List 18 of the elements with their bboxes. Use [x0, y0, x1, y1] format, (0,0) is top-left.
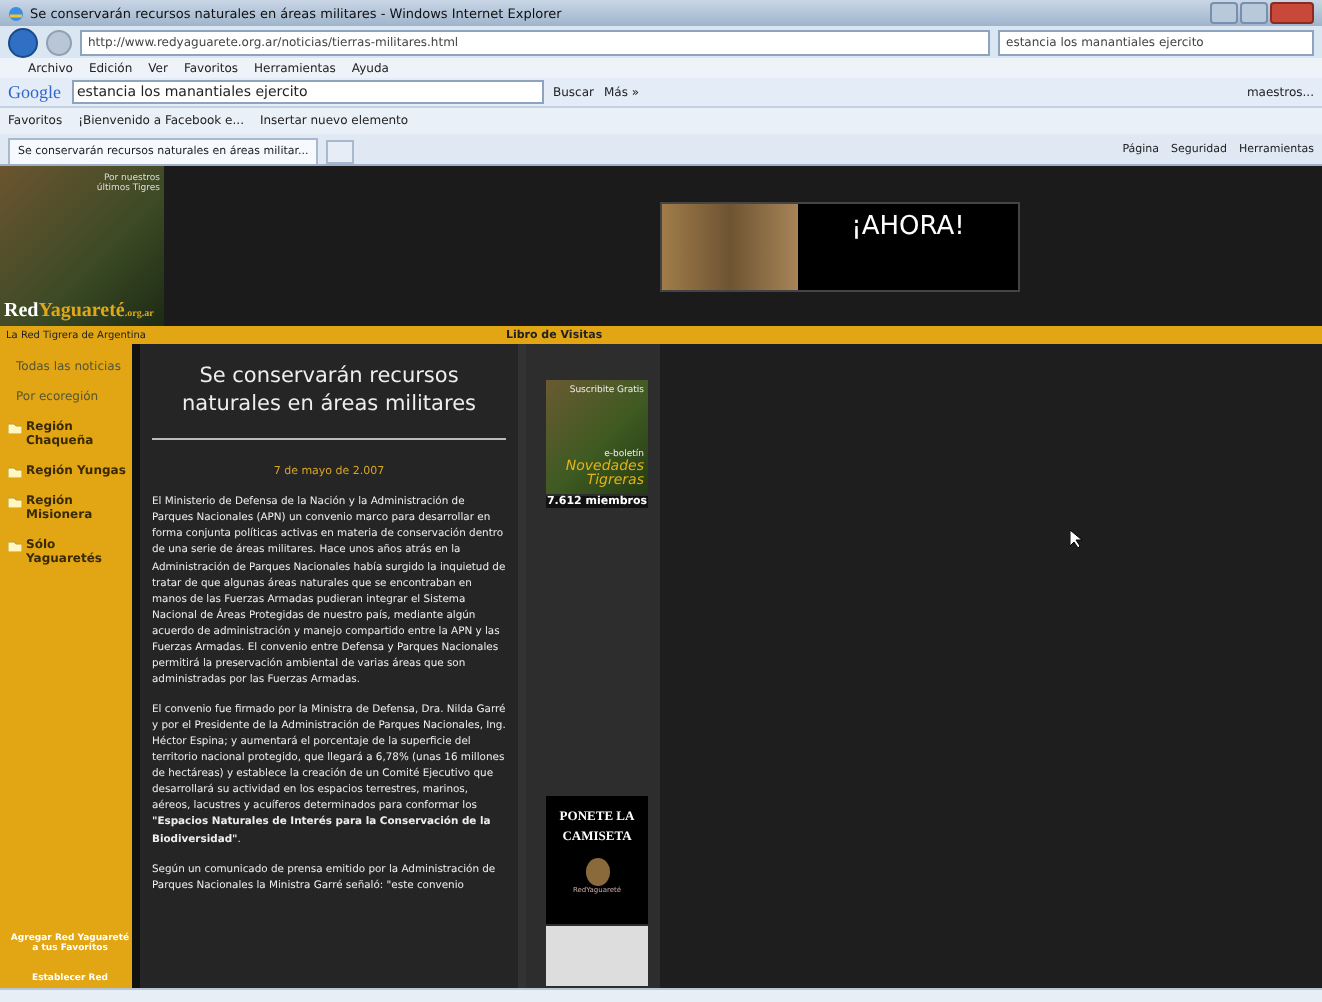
photo-placeholder	[546, 926, 648, 986]
minimize-button[interactable]	[1210, 2, 1238, 24]
new-tab-button[interactable]	[326, 140, 355, 164]
photo-placeholder	[662, 203, 798, 289]
mouse-cursor-icon	[1070, 530, 1084, 548]
browser-icon	[8, 5, 24, 21]
ad-banner[interactable]: ¡AHORA!	[660, 201, 1020, 291]
folder-icon	[8, 422, 22, 434]
close-button[interactable]	[1270, 2, 1314, 24]
back-button[interactable]	[8, 27, 38, 57]
toolbar-logo: Google	[8, 82, 61, 102]
folder-icon	[8, 540, 22, 552]
banner-text: ¡AHORA!	[849, 209, 967, 245]
article-title: Se conservarán recursos naturales en áreas militares	[152, 364, 506, 441]
folder-icon	[8, 466, 22, 478]
maximize-button[interactable]	[1240, 2, 1268, 24]
forward-button[interactable]	[46, 29, 72, 55]
folder-icon	[8, 496, 22, 508]
